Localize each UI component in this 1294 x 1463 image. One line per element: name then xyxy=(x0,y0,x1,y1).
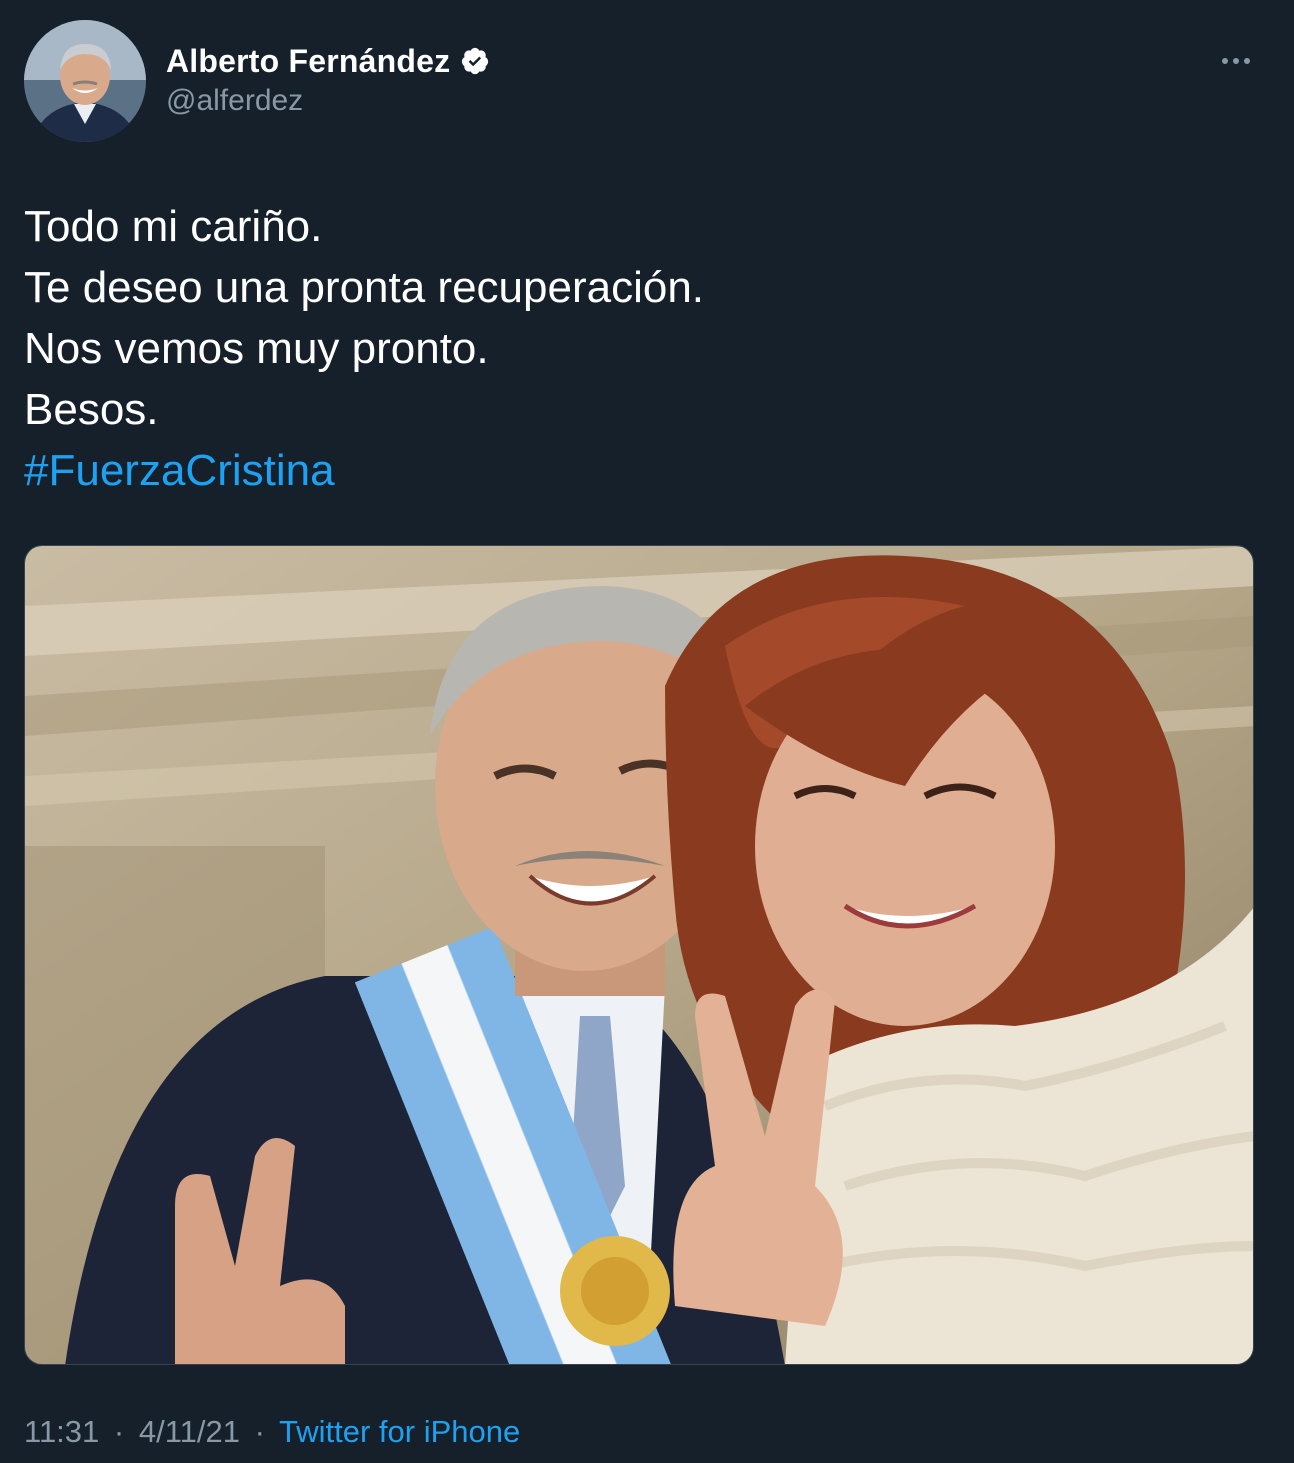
meta-separator: · xyxy=(113,1414,125,1449)
tweet-text-line: Besos. xyxy=(24,385,159,434)
avatar-image xyxy=(24,20,146,142)
tweet-source-link[interactable]: Twitter for iPhone xyxy=(279,1414,520,1449)
verified-badge-icon xyxy=(460,46,490,76)
hashtag-link[interactable]: #FuerzaCristina xyxy=(24,440,1264,501)
author-name-row: Alberto Fernández xyxy=(166,40,490,82)
more-options-icon xyxy=(1222,58,1250,64)
author-display-name[interactable]: Alberto Fernández xyxy=(166,43,450,80)
tweet-date[interactable]: 4/11/21 xyxy=(139,1414,240,1449)
tweet-text-line: Nos vemos muy pronto. xyxy=(24,324,489,373)
tweet-metadata: 11:31 · 4/11/21 · Twitter for iPhone xyxy=(24,1414,520,1450)
meta-separator: · xyxy=(254,1414,265,1449)
tweet-detail: Alberto Fernández @alferdez Todo mi cari… xyxy=(0,0,1294,1463)
tweet-photo[interactable] xyxy=(24,545,1254,1365)
tweet-text-line: Te deseo una pronta recuperación. xyxy=(24,263,705,312)
more-options-button[interactable] xyxy=(1212,40,1260,82)
photo-image xyxy=(25,546,1253,1364)
tweet-text-line: Todo mi cariño. xyxy=(24,202,323,251)
author-handle[interactable]: @alferdez xyxy=(166,84,303,118)
tweet-text: Todo mi cariño. Te deseo una pronta recu… xyxy=(24,196,1264,501)
tweet-time[interactable]: 11:31 xyxy=(24,1414,99,1449)
author-avatar[interactable] xyxy=(24,20,146,142)
